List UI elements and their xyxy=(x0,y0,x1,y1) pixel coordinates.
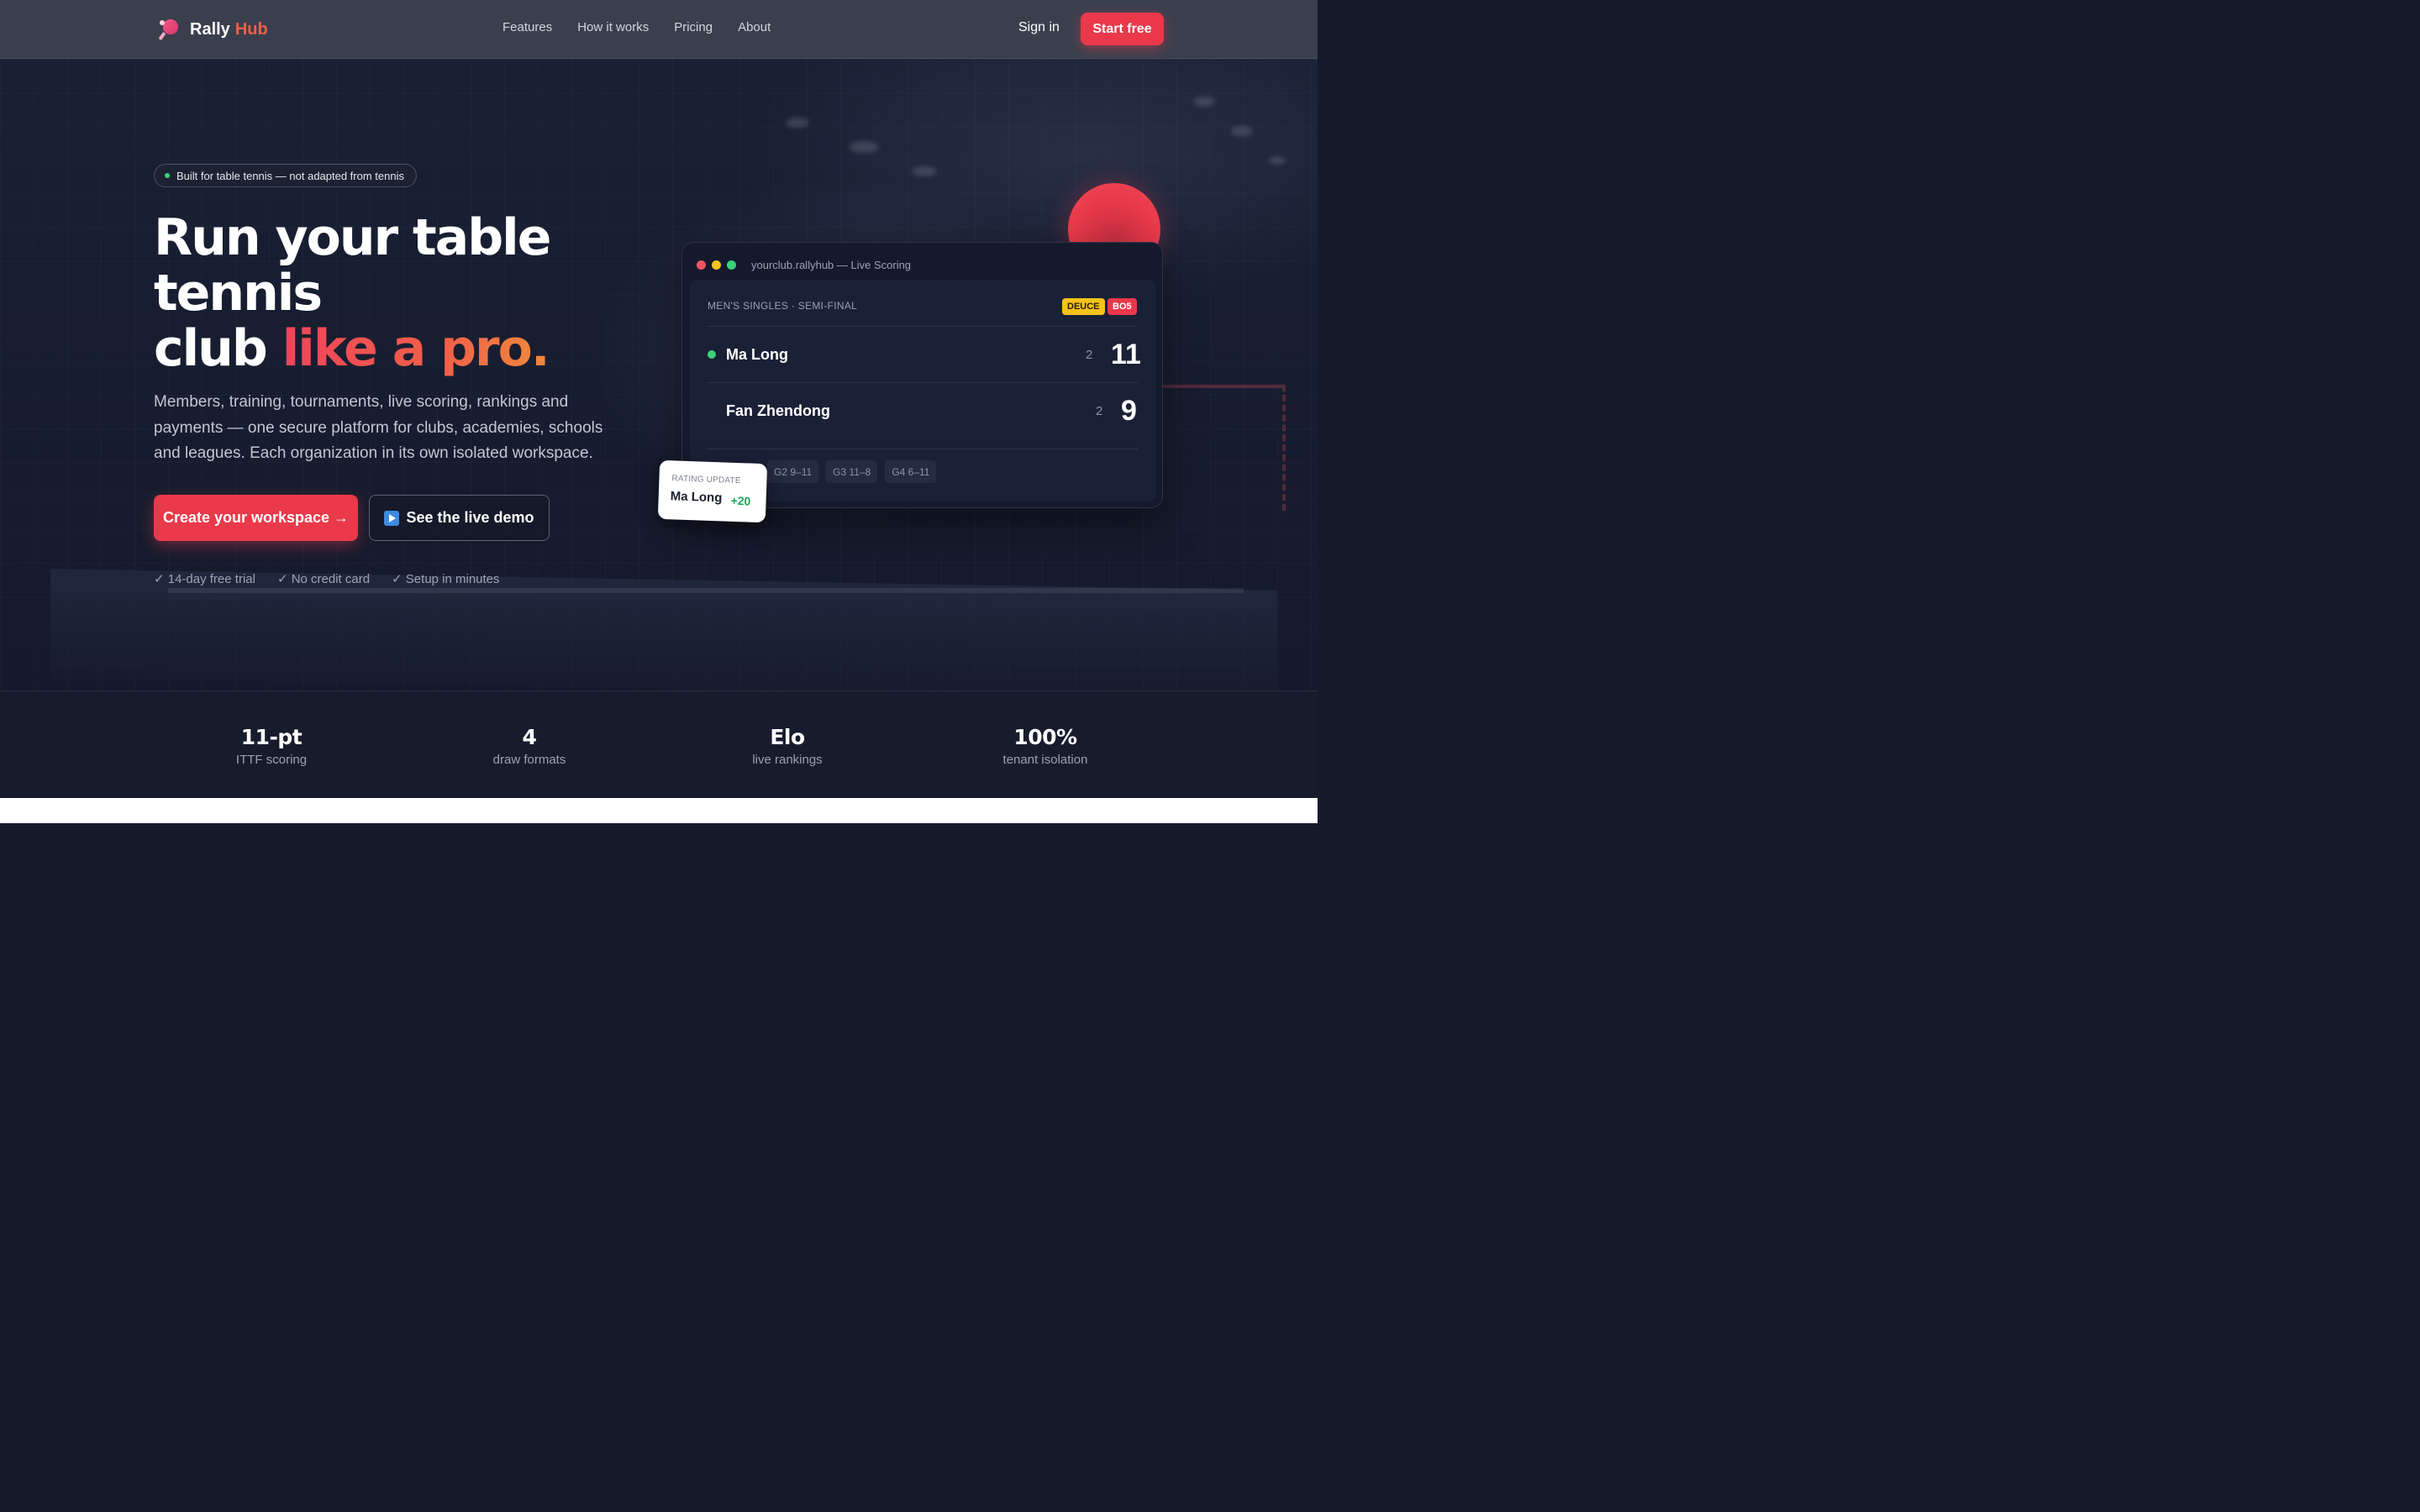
player-games: 2 xyxy=(1096,403,1103,418)
divider xyxy=(708,326,1138,327)
headline-line-3: club xyxy=(154,319,282,378)
player-games: 2 xyxy=(1086,347,1093,362)
benefit-item: ✓ Setup in minutes xyxy=(392,572,500,586)
stat-label: tenant isolation xyxy=(1002,753,1088,767)
background-ball xyxy=(786,118,809,128)
player-row: Fan Zhendong 2 9 xyxy=(708,394,1138,428)
game-chip: G4 6–11 xyxy=(885,460,937,483)
brand-name-rally: Rally xyxy=(190,19,230,39)
player-name: Fan Zhendong xyxy=(726,402,830,419)
stat-item: Elo live rankings xyxy=(682,725,892,767)
rating-player-name: Ma Long xyxy=(670,489,723,506)
background-ball xyxy=(1193,97,1215,107)
stat-item: 11-pt ITTF scoring xyxy=(166,725,376,767)
background-ball xyxy=(1231,126,1253,136)
background-ball xyxy=(912,166,937,176)
stat-item: 100% tenant isolation xyxy=(940,725,1150,767)
hero-subtext: Members, training, tournaments, live sco… xyxy=(154,393,603,462)
stat-value: Elo xyxy=(770,725,805,749)
player-points: 11 xyxy=(1111,338,1141,370)
serving-indicator-icon xyxy=(708,350,716,359)
live-demo-label: See the live demo xyxy=(406,509,534,526)
background-ball xyxy=(849,141,879,153)
stat-item: 4 draw formats xyxy=(424,725,634,767)
status-dot-icon xyxy=(165,173,170,178)
divider xyxy=(708,382,1138,383)
hero-headline: Run your table tennis club like a pro. xyxy=(154,210,658,376)
paddle-icon xyxy=(156,17,182,42)
play-icon xyxy=(384,510,400,526)
rating-update-card: RATING UPDATE Ma Long +20 xyxy=(657,459,768,523)
stats-bar: 11-pt ITTF scoring 4 draw formats Elo li… xyxy=(0,690,1318,798)
stat-value: 100% xyxy=(1013,725,1077,749)
stat-label: live rankings xyxy=(752,753,823,767)
headline-line-2: tennis xyxy=(154,264,323,323)
match-label: MEN'S SINGLES · SEMI-FINAL xyxy=(708,300,858,312)
live-demo-button[interactable]: See the live demo xyxy=(369,495,550,541)
player-name: Ma Long xyxy=(726,345,788,363)
benefit-list: ✓ 14-day free trial ✓ No credit card ✓ S… xyxy=(154,571,500,586)
game-history: G2 9–11 G3 11–8 G4 6–11 xyxy=(767,460,937,483)
nav-pricing[interactable]: Pricing xyxy=(674,20,713,34)
card-url: yourclub.rallyhub — Live Scoring xyxy=(751,259,912,271)
stat-label: ITTF scoring xyxy=(235,753,308,767)
sign-in-link[interactable]: Sign in xyxy=(1018,20,1060,35)
player-points: 9 xyxy=(1121,394,1137,427)
create-workspace-button[interactable]: Create your workspace → xyxy=(154,495,358,541)
headline-line-1: Run your table xyxy=(154,208,551,267)
rating-label: RATING UPDATE xyxy=(671,474,741,486)
game-chip: G3 11–8 xyxy=(826,460,878,483)
background-ball xyxy=(1269,156,1286,165)
top-nav-bar: Rally Hub Features How it works Pricing A… xyxy=(0,0,1318,59)
headline-accent: like a pro. xyxy=(281,319,550,378)
nav-how-it-works[interactable]: How it works xyxy=(577,20,649,34)
close-dot-icon xyxy=(697,260,706,270)
start-free-button[interactable]: Start free xyxy=(1081,13,1164,45)
maximize-dot-icon xyxy=(727,260,736,270)
benefit-item: ✓ No credit card xyxy=(276,572,371,586)
page-bottom-edge xyxy=(0,798,1318,823)
stat-value: 11-pt xyxy=(240,725,302,749)
nav-features[interactable]: Features xyxy=(502,20,552,34)
tagline-pill: Built for table tennis — not adapted fro… xyxy=(154,164,417,187)
background-goal xyxy=(1160,385,1286,511)
brand-name-hub: Hub xyxy=(234,19,268,39)
stat-value: 4 xyxy=(522,725,537,749)
main-nav: Features How it works Pricing About xyxy=(502,20,771,34)
nav-about[interactable]: About xyxy=(738,20,771,34)
stat-label: draw formats xyxy=(492,753,566,767)
rating-delta: +20 xyxy=(730,493,751,508)
benefit-item: ✓ 14-day free trial xyxy=(154,572,255,586)
brand-logo[interactable]: Rally Hub xyxy=(156,17,268,42)
game-chip: G2 9–11 xyxy=(767,460,819,483)
bo5-badge: BO5 xyxy=(1107,298,1137,315)
background-net xyxy=(168,588,1244,593)
player-row: Ma Long 2 11 xyxy=(708,338,1141,371)
tagline-text: Built for table tennis — not adapted fro… xyxy=(176,169,404,182)
window-controls xyxy=(697,260,736,270)
minimize-dot-icon xyxy=(712,260,721,270)
deuce-badge: DEUCE xyxy=(1062,298,1105,315)
